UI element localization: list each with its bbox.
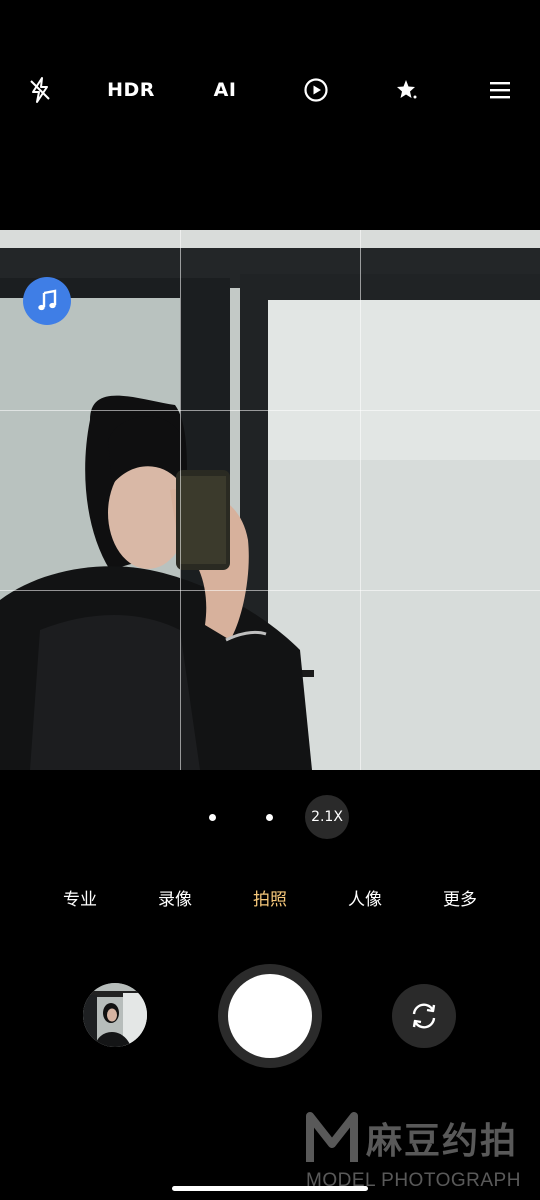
ai-button[interactable]: AI xyxy=(200,60,250,120)
zoom-level-button[interactable]: 2.1X xyxy=(305,795,349,839)
zoom-dot-wide[interactable] xyxy=(266,814,273,821)
grid-line-v1 xyxy=(180,230,181,770)
menu-icon[interactable] xyxy=(480,60,520,120)
mode-photo[interactable]: 拍照 xyxy=(230,880,310,920)
camera-top-toolbar: HDR AI xyxy=(0,60,540,120)
magic-star-icon[interactable] xyxy=(387,60,427,120)
watermark-logo xyxy=(306,1112,358,1162)
mode-pro[interactable]: 专业 xyxy=(40,880,120,920)
camera-viewfinder[interactable] xyxy=(0,230,540,770)
music-note-icon[interactable] xyxy=(23,277,71,325)
gallery-thumbnail[interactable] xyxy=(83,983,147,1047)
grid-line-h2 xyxy=(0,590,540,591)
watermark-cn-text: 麻豆约拍 xyxy=(366,1121,519,1162)
grid-line-v2 xyxy=(360,230,361,770)
flash-off-icon[interactable] xyxy=(20,60,60,120)
mode-selector: 专业 录像 拍照 人像 更多 xyxy=(0,880,540,920)
camera-switch-icon[interactable] xyxy=(392,984,456,1048)
mode-portrait[interactable]: 人像 xyxy=(325,880,405,920)
viewfinder-scene xyxy=(0,230,540,770)
hdr-button[interactable]: HDR xyxy=(100,60,162,120)
live-photo-icon[interactable] xyxy=(296,60,336,120)
mode-video[interactable]: 录像 xyxy=(135,880,215,920)
shutter-button[interactable] xyxy=(228,974,312,1058)
zoom-dot-1x[interactable] xyxy=(209,814,216,821)
mode-more[interactable]: 更多 xyxy=(420,880,500,920)
grid-line-h1 xyxy=(0,410,540,411)
home-indicator[interactable] xyxy=(172,1186,368,1191)
